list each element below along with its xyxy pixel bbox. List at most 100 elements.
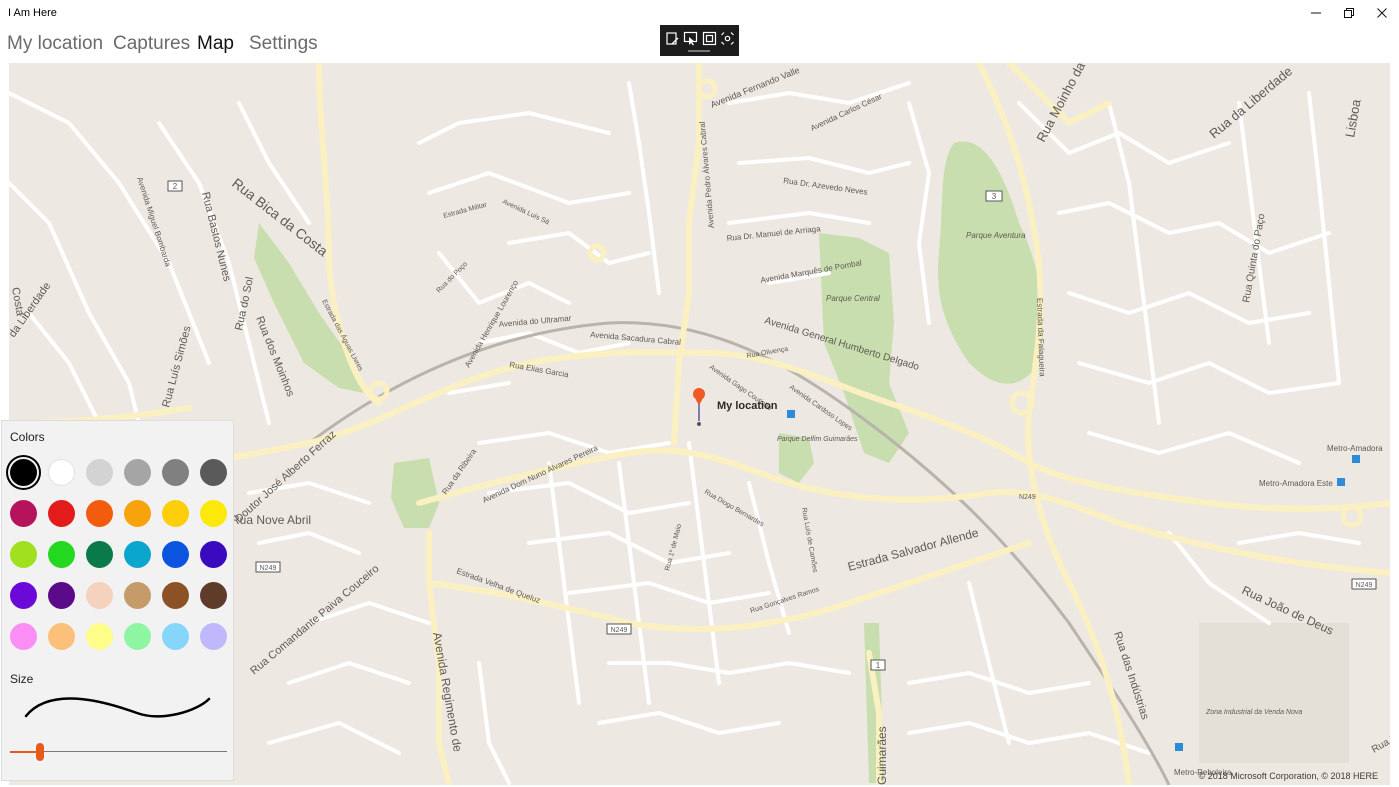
colors-label: Colors [10, 430, 45, 444]
map-label: Parque Aventura [966, 231, 1026, 240]
color-swatch[interactable] [86, 459, 113, 486]
size-label: Size [10, 672, 34, 686]
ink-toolbar [660, 25, 739, 56]
map-label: Doutor José Alberto Ferraz [233, 428, 339, 525]
toolbar-drag-handle[interactable] [688, 50, 710, 52]
industrial-zone [1199, 623, 1349, 763]
tab-captures[interactable]: Captures [113, 33, 190, 55]
map-label: Avenida Sacadura Cabral [590, 330, 682, 347]
color-swatch[interactable] [200, 500, 227, 527]
color-swatch[interactable] [10, 541, 37, 568]
map-label: Rua do Poço [435, 261, 469, 295]
color-swatch[interactable] [162, 459, 189, 486]
map-label: Rua Luís de Camões [800, 507, 818, 573]
stroke-preview [24, 697, 211, 718]
shield-number: N249 [1356, 582, 1373, 589]
map-label: Rua Dr. Manuel de Arriaga [726, 224, 821, 243]
map-label: Avenida Regimento de [430, 631, 465, 753]
map-label: Rua Moinho da [1033, 63, 1088, 144]
close-button[interactable] [1365, 0, 1399, 26]
map-label: Avenida do Ultramar [498, 314, 572, 329]
selection-icon[interactable] [683, 31, 698, 46]
shield-number: N249 [260, 565, 277, 572]
color-swatch[interactable] [162, 582, 189, 609]
metro-icon [787, 410, 795, 418]
pin-label: My location [717, 400, 778, 412]
map-label: Rua Bica da Costa [229, 175, 331, 260]
color-swatch[interactable] [124, 541, 151, 568]
title-bar: I Am Here [0, 0, 1399, 26]
map-label: Rua 1º de Maio [664, 523, 683, 571]
map-label: Guimarães [875, 726, 889, 785]
map-label: Parque Central [826, 294, 880, 303]
color-swatch[interactable] [48, 459, 75, 486]
map-label: Metro-Amadora Este [1259, 479, 1333, 488]
metro-icon [1337, 478, 1345, 486]
map-label: Costa [9, 286, 26, 317]
restore-icon [1344, 8, 1354, 18]
color-swatch[interactable] [48, 623, 75, 650]
minimize-icon [1311, 12, 1321, 14]
color-swatch[interactable] [48, 582, 75, 609]
color-swatch[interactable] [162, 541, 189, 568]
color-swatch[interactable] [48, 500, 75, 527]
color-swatch[interactable] [200, 541, 227, 568]
app-title: I Am Here [8, 7, 57, 19]
color-swatch[interactable] [86, 500, 113, 527]
location-pin[interactable]: My location [693, 388, 778, 426]
color-swatch[interactable] [162, 623, 189, 650]
shield-number: 3 [992, 192, 997, 201]
pen-options-panel: Colors Size [1, 420, 234, 781]
color-swatch[interactable] [200, 459, 227, 486]
ruler-icon[interactable] [720, 31, 735, 46]
color-swatch[interactable] [86, 582, 113, 609]
color-swatch[interactable] [10, 582, 37, 609]
color-swatch[interactable] [48, 541, 75, 568]
shield-number: 1 [876, 661, 881, 670]
color-swatch[interactable] [124, 623, 151, 650]
map-label: Zona Industrial da Venda Nova [1205, 709, 1302, 716]
color-swatch[interactable] [162, 500, 189, 527]
park-west [391, 458, 439, 528]
shield-number: 2 [173, 182, 178, 191]
tab-my-location[interactable]: My location [7, 33, 103, 55]
color-swatch[interactable] [200, 582, 227, 609]
color-swatch[interactable] [86, 541, 113, 568]
tab-map[interactable]: Map [197, 33, 234, 55]
map-label: Lisboa [1342, 97, 1364, 138]
shield-number: N249 [611, 627, 628, 634]
map-label: Rua Dr. Azevedo Neves [783, 176, 868, 197]
metro-icon [1352, 455, 1360, 463]
minimize-button[interactable] [1299, 0, 1333, 26]
map-label: Avenida Fernando Valle [709, 65, 801, 110]
metro-icon [1175, 743, 1183, 751]
map-label: Avenida Miguel Bombarda [135, 176, 173, 268]
color-swatch[interactable] [86, 623, 113, 650]
tab-settings[interactable]: Settings [249, 33, 318, 55]
color-swatch[interactable] [124, 459, 151, 486]
map-label: Rua da Liberdade [1206, 63, 1295, 141]
map-label: Rua do Sol [233, 276, 256, 332]
color-swatch[interactable] [10, 500, 37, 527]
map-label: Rua Gonçalves Ramos [749, 586, 820, 615]
ballpoint-pen-icon[interactable] [665, 31, 680, 46]
map-label: N249 [1019, 494, 1036, 501]
color-swatch[interactable] [10, 623, 37, 650]
close-icon [1377, 8, 1387, 18]
crop-icon[interactable] [702, 31, 717, 46]
color-swatch[interactable] [124, 500, 151, 527]
color-swatch[interactable] [10, 459, 37, 486]
color-swatch[interactable] [124, 582, 151, 609]
map-attribution: © 2018 Microsoft Corporation, © 2018 HER… [1198, 771, 1378, 781]
size-slider-thumb[interactable] [36, 743, 45, 761]
park-aventura [938, 141, 1043, 384]
color-swatch[interactable] [200, 623, 227, 650]
map-label: Avenida Dom Nuno Álvares Pereira [481, 443, 600, 505]
map-label: Avenida Luís Sá [501, 198, 550, 226]
map-label: Rua Dr [1370, 730, 1390, 756]
map-label: Avenida Pedro Álvares Cabral [698, 121, 716, 229]
map-label: Rua Luís Simões [160, 324, 193, 408]
restore-button[interactable] [1332, 0, 1366, 26]
map-label: Rua Comandante Paiva Couceiro [248, 563, 381, 678]
map-label: Rua Bastos Nunes [199, 191, 233, 283]
